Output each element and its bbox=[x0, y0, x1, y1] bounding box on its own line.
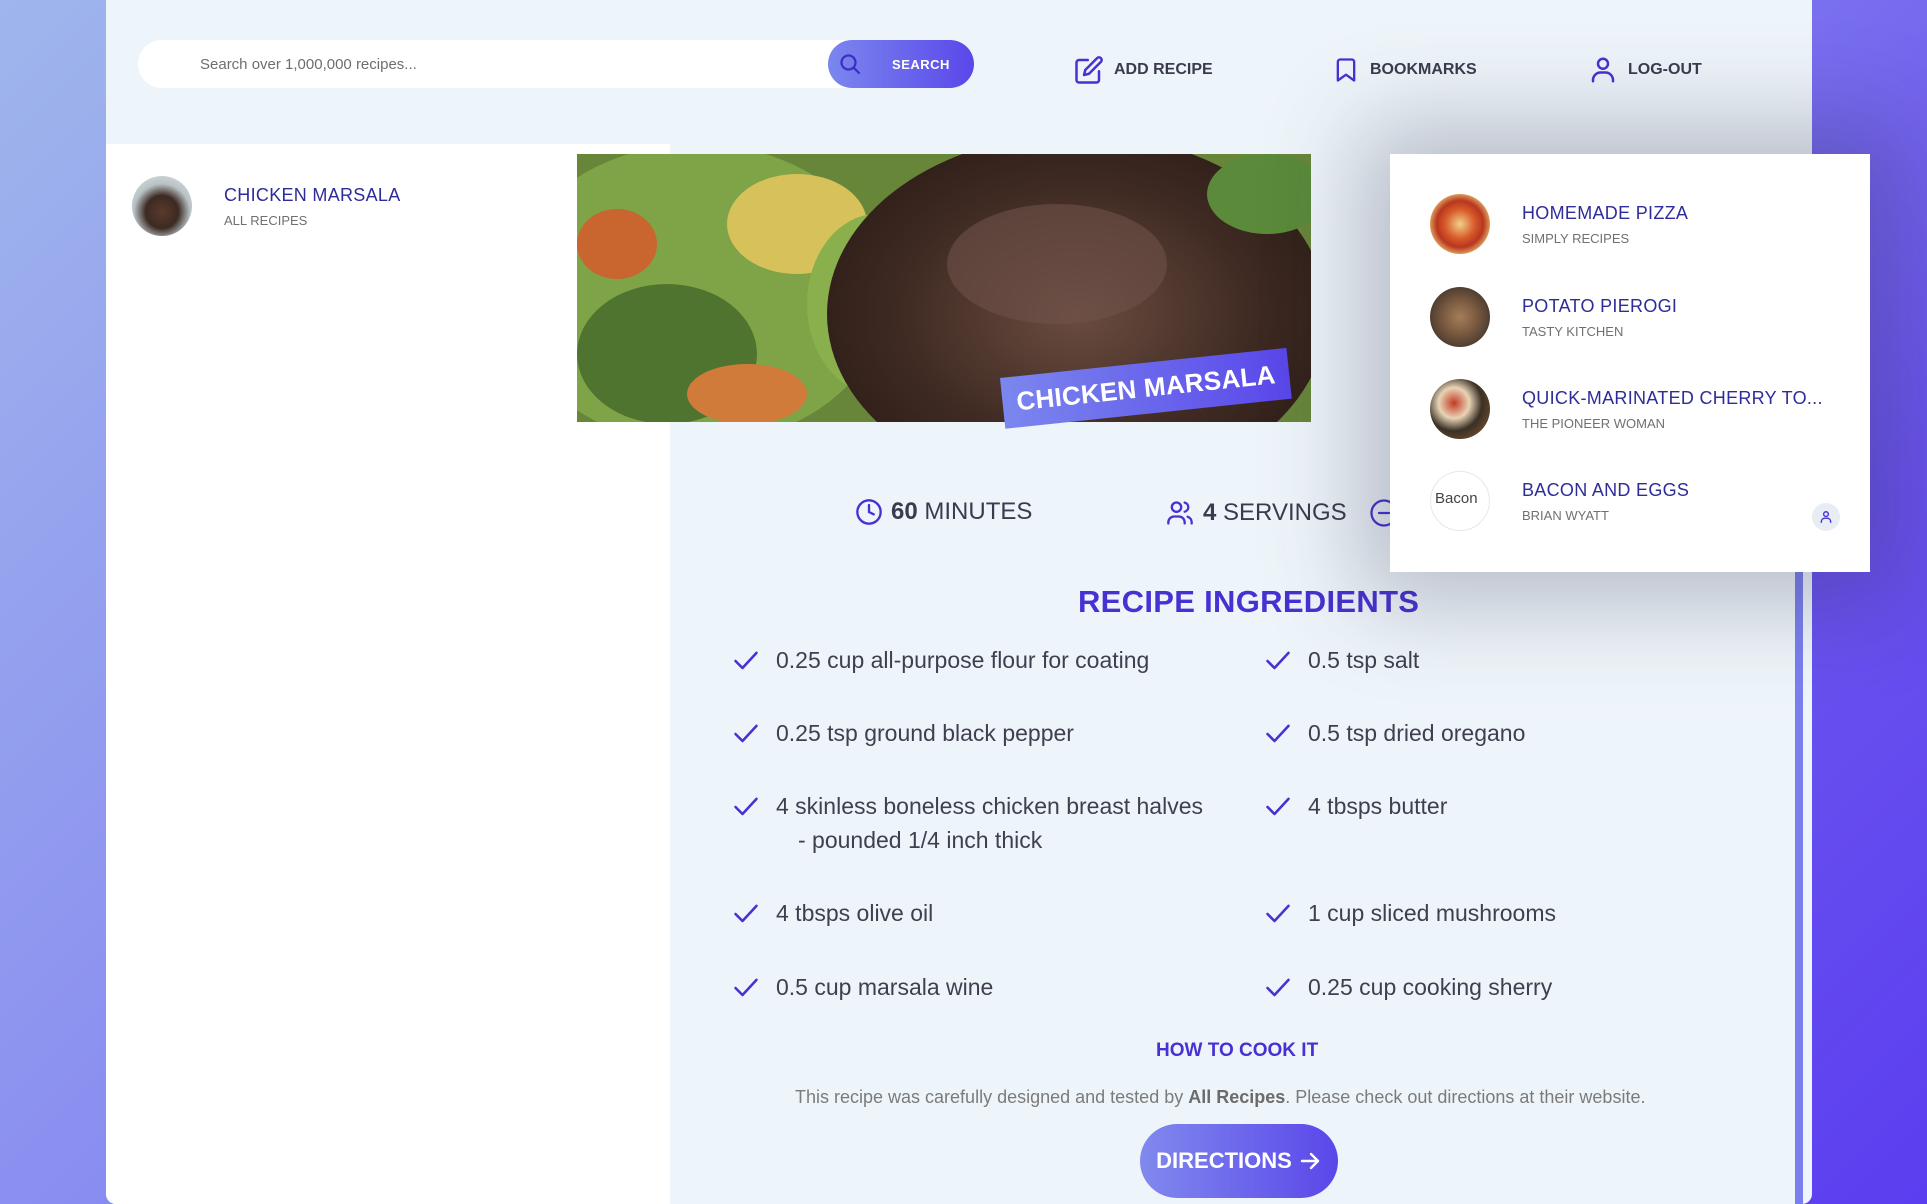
ingredient-text: 0.25 cup cooking sherry bbox=[1308, 974, 1553, 1000]
bookmark-item[interactable]: Bacon BACON AND EGGS BRIAN WYATT bbox=[1430, 471, 1850, 531]
servings: 4 SERVINGS bbox=[1165, 498, 1399, 528]
bookmark-title: HOMEMADE PIZZA bbox=[1522, 202, 1689, 223]
minutes-label: MINUTES bbox=[924, 498, 1033, 525]
broken-image-alt: Bacon bbox=[1430, 471, 1490, 531]
directions-label: DIRECTIONS bbox=[1156, 1148, 1292, 1173]
ingredient-text: 0.25 tsp ground black pepper bbox=[776, 720, 1074, 746]
search-form: SEARCH bbox=[138, 40, 974, 88]
minutes-value: 60 bbox=[891, 498, 918, 525]
cooking-time: 60 MINUTES bbox=[855, 498, 1032, 526]
recipe-thumbnail bbox=[1430, 287, 1490, 347]
ingredient-item: 4 tbsps olive oil bbox=[732, 896, 933, 930]
bookmark-publisher: BRIAN WYATT bbox=[1522, 507, 1609, 523]
ingredient-text: 1 cup sliced mushrooms bbox=[1308, 900, 1556, 926]
bookmark-title: BACON AND EGGS bbox=[1522, 479, 1690, 500]
bookmarks-label: BOOKMARKS bbox=[1370, 61, 1477, 78]
check-icon bbox=[734, 978, 758, 997]
check-icon bbox=[1266, 978, 1290, 997]
search-input[interactable] bbox=[138, 40, 828, 88]
ingredients-heading: RECIPE INGREDIENTS bbox=[1078, 584, 1420, 619]
ingredient-text-continued: - pounded 1/4 inch thick bbox=[798, 827, 1043, 853]
recipe-thumbnail bbox=[1430, 379, 1490, 439]
ingredient-item: 4 tbsps butter bbox=[1264, 789, 1447, 823]
recipe-thumbnail bbox=[132, 176, 192, 236]
ingredient-item: 0.25 cup all-purpose flour for coating bbox=[732, 643, 1149, 677]
ingredient-text: 4 skinless boneless chicken breast halve… bbox=[776, 793, 1204, 819]
recipe-thumbnail bbox=[1430, 194, 1490, 254]
bookmark-item[interactable]: POTATO PIEROGI TASTY KITCHEN bbox=[1430, 287, 1850, 347]
search-button-label: SEARCH bbox=[892, 56, 950, 72]
check-icon bbox=[1266, 904, 1290, 923]
servings-label: SERVINGS bbox=[1223, 499, 1347, 526]
edit-icon bbox=[1075, 56, 1103, 84]
check-icon bbox=[734, 651, 758, 670]
check-icon bbox=[734, 904, 758, 923]
arrow-right-icon bbox=[1300, 1152, 1320, 1170]
ingredient-item: 0.25 tsp ground black pepper bbox=[732, 716, 1074, 750]
bookmark-icon bbox=[1336, 58, 1356, 82]
user-icon bbox=[1591, 57, 1615, 83]
bookmarks-button[interactable]: BOOKMARKS bbox=[1332, 55, 1477, 85]
check-icon bbox=[1266, 724, 1290, 743]
check-icon bbox=[734, 724, 758, 743]
clock-icon bbox=[856, 499, 882, 525]
cook-publisher: All Recipes bbox=[1188, 1087, 1286, 1107]
check-icon bbox=[1266, 651, 1290, 670]
ingredient-text: 0.5 tsp salt bbox=[1308, 647, 1420, 673]
user-generated-badge bbox=[1812, 503, 1840, 531]
bookmark-title: POTATO PIEROGI bbox=[1522, 295, 1678, 316]
ingredient-item: 4 skinless boneless chicken breast halve… bbox=[732, 789, 1203, 857]
logout-label: LOG-OUT bbox=[1628, 61, 1702, 78]
check-icon bbox=[734, 797, 758, 816]
ingredient-item: 0.5 cup marsala wine bbox=[732, 970, 993, 1004]
bookmark-item[interactable]: QUICK-MARINATED CHERRY TO... THE PIONEER… bbox=[1430, 379, 1850, 439]
result-publisher: ALL RECIPES bbox=[224, 212, 308, 228]
bookmark-title: QUICK-MARINATED CHERRY TO... bbox=[1522, 387, 1823, 408]
how-to-cook-heading: HOW TO COOK IT bbox=[1156, 1040, 1319, 1061]
ingredient-text: 0.5 cup marsala wine bbox=[776, 974, 994, 1000]
bookmark-publisher: THE PIONEER WOMAN bbox=[1522, 415, 1666, 431]
search-button[interactable]: SEARCH bbox=[828, 40, 974, 88]
cook-description: This recipe was carefully designed and t… bbox=[795, 1087, 1645, 1108]
cook-text-pre: This recipe was carefully designed and t… bbox=[795, 1087, 1189, 1107]
check-icon bbox=[1266, 797, 1290, 816]
cook-text-post: . Please check out directions at their w… bbox=[1285, 1087, 1646, 1107]
result-title: CHICKEN MARSALA bbox=[224, 184, 401, 205]
bookmarks-dropdown: HOMEMADE PIZZA SIMPLY RECIPES POTATO PIE… bbox=[1390, 154, 1870, 572]
logout-button[interactable]: LOG-OUT bbox=[1588, 55, 1702, 85]
ingredient-text: 0.5 tsp dried oregano bbox=[1308, 720, 1526, 746]
result-item[interactable]: CHICKEN MARSALA ALL RECIPES bbox=[132, 176, 401, 236]
ingredient-item: 0.25 cup cooking sherry bbox=[1264, 970, 1552, 1004]
ingredient-item: 0.5 tsp salt bbox=[1264, 643, 1419, 677]
add-recipe-label: ADD RECIPE bbox=[1114, 61, 1213, 78]
directions-button[interactable]: DIRECTIONS bbox=[1140, 1124, 1338, 1198]
ingredient-text: 0.25 cup all-purpose flour for coating bbox=[776, 647, 1150, 673]
user-icon bbox=[1820, 511, 1832, 523]
bookmark-item[interactable]: HOMEMADE PIZZA SIMPLY RECIPES bbox=[1430, 194, 1850, 254]
bookmark-publisher: SIMPLY RECIPES bbox=[1522, 230, 1630, 246]
servings-value: 4 bbox=[1203, 499, 1217, 526]
right-edge-strip bbox=[1795, 560, 1803, 1204]
ingredient-item: 0.5 tsp dried oregano bbox=[1264, 716, 1525, 750]
search-icon bbox=[840, 54, 861, 75]
bookmark-publisher: TASTY KITCHEN bbox=[1522, 323, 1624, 339]
users-icon bbox=[1167, 501, 1193, 525]
ingredient-text: 4 tbsps olive oil bbox=[776, 900, 934, 926]
add-recipe-button[interactable]: ADD RECIPE bbox=[1074, 55, 1213, 85]
ingredient-item: 1 cup sliced mushrooms bbox=[1264, 896, 1556, 930]
ingredient-text: 4 tbsps butter bbox=[1308, 793, 1448, 819]
